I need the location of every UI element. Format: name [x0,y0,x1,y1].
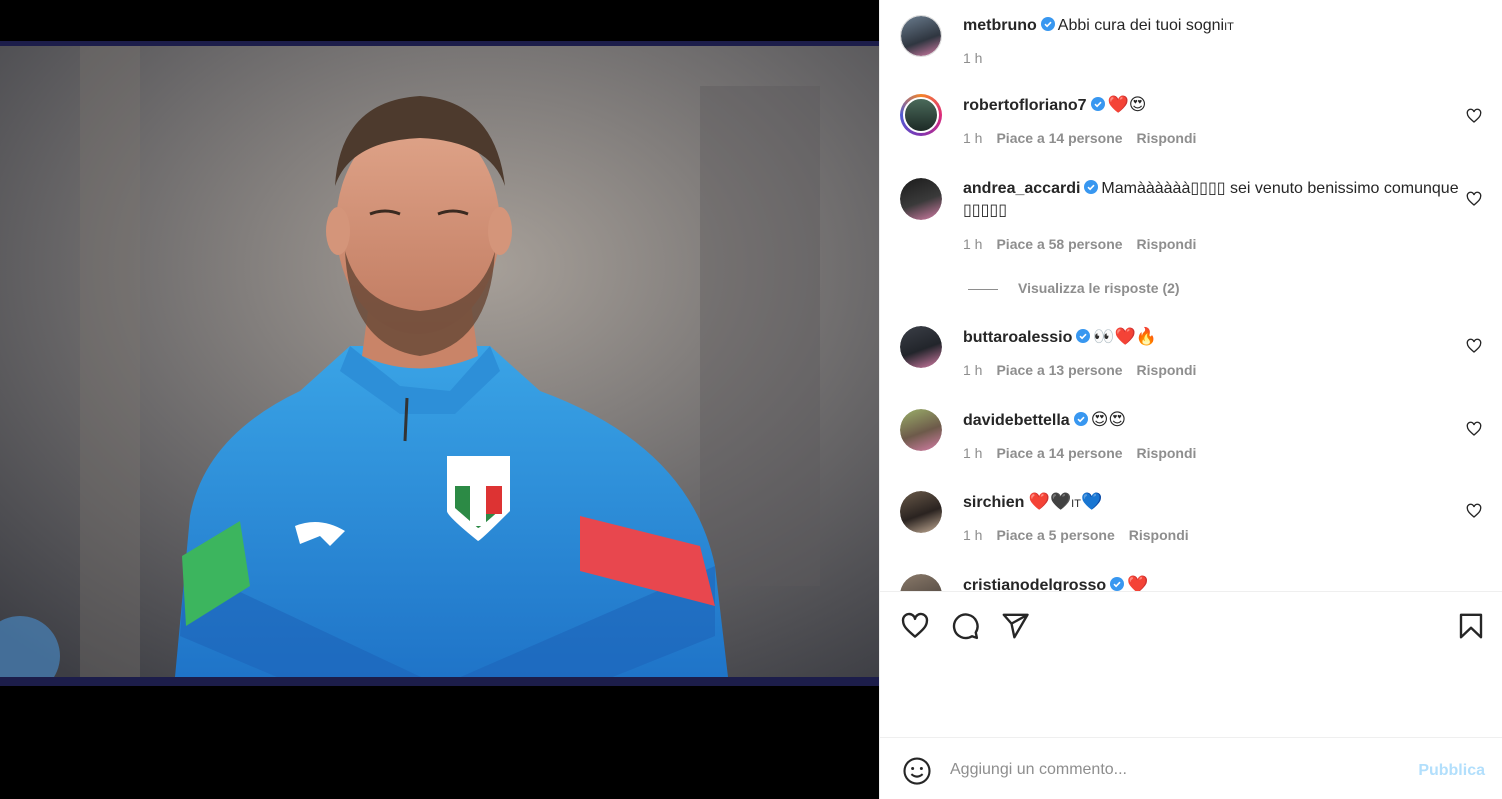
comment-username[interactable]: davidebettella [963,412,1070,429]
like-comment-heart-icon[interactable] [1466,503,1482,519]
add-comment-bar: Pubblica [880,737,1502,799]
comment-text: ❤️🖤 [1028,492,1072,511]
bookmark-icon[interactable] [1456,611,1486,641]
verified-icon [1040,17,1055,31]
avatar[interactable] [900,574,942,591]
like-comment-heart-icon[interactable] [1466,421,1482,437]
like-comment-heart-icon[interactable] [1466,338,1482,354]
share-icon[interactable] [1000,611,1030,641]
view-replies-button[interactable]: Visualizza le risposte (2) [968,280,1180,296]
verified-icon [1110,577,1125,591]
caption-text: Abbi cura dei tuoi sogni [1057,17,1225,34]
post-media[interactable] [0,0,879,799]
comment-time: 1 h [963,362,983,378]
comment-likes[interactable]: Piace a 14 persone [996,445,1122,461]
verified-icon [1073,412,1088,426]
replies-divider [968,288,998,290]
verified-icon [1090,97,1105,111]
comment-text-end: 💙 [1080,492,1103,511]
emoji-icon[interactable] [902,756,932,786]
instagram-post-modal: metbruno Abbi cura dei tuoi sogniIT 1 h r… [0,0,1502,799]
verified-icon [1084,180,1099,194]
post-photo [0,46,879,677]
reply-button[interactable]: Rispondi [1137,236,1197,252]
comment-text: 👀❤️🔥 [1093,327,1157,346]
comment-likes[interactable]: Piace a 5 persone [996,527,1114,543]
author-username[interactable]: metbruno [963,17,1037,34]
reply-button[interactable]: Rispondi [1137,362,1197,378]
post-actions [880,591,1502,738]
avatar[interactable] [900,15,942,57]
photo-frame [0,41,879,686]
comment-username[interactable]: buttaroalessio [963,329,1072,346]
avatar[interactable] [900,326,942,368]
comment-username[interactable]: robertofloriano7 [963,97,1087,114]
comment-input[interactable] [950,758,1390,782]
comment-username[interactable]: cristianodelgrosso [963,577,1106,591]
reply-button[interactable]: Rispondi [1129,527,1189,543]
avatar[interactable] [900,491,942,533]
player-illustration [0,46,879,677]
comment-time: 1 h [963,130,983,146]
comments-pane: metbruno Abbi cura dei tuoi sogniIT 1 h r… [879,0,1502,799]
comment-text: 😍😍 [1090,410,1127,429]
comment-likes[interactable]: Piace a 14 persone [996,130,1122,146]
reply-button[interactable]: Rispondi [1137,130,1197,146]
comment-icon[interactable] [950,611,980,641]
comment-text: ❤️😍 [1107,95,1147,114]
like-comment-heart-icon[interactable] [1466,108,1482,124]
verified-icon [1076,329,1091,343]
comment-username[interactable]: sirchien [963,494,1024,511]
view-replies-label: Visualizza le risposte (2) [1018,280,1180,296]
reply-button[interactable]: Rispondi [1137,445,1197,461]
caption-flag: IT [1224,21,1234,33]
avatar[interactable] [900,178,942,220]
comment-likes[interactable]: Piace a 58 persone [996,236,1122,252]
heart-icon[interactable] [900,611,930,641]
comment-time: 1 h [963,236,983,252]
comment-flag: IT [1071,498,1081,510]
post-time: 1 h [963,50,983,66]
avatar-story-ring[interactable] [900,94,942,136]
like-comment-heart-icon[interactable] [1466,191,1482,207]
publish-button[interactable]: Pubblica [1418,762,1485,780]
comments-list[interactable]: metbruno Abbi cura dei tuoi sogniIT 1 h r… [880,0,1502,591]
avatar[interactable] [900,409,942,451]
comment-time: 1 h [963,527,983,543]
comment-text: ❤️ [1127,575,1149,591]
comment-likes[interactable]: Piace a 13 persone [996,362,1122,378]
comment-username[interactable]: andrea_accardi [963,180,1080,197]
comment-time: 1 h [963,445,983,461]
